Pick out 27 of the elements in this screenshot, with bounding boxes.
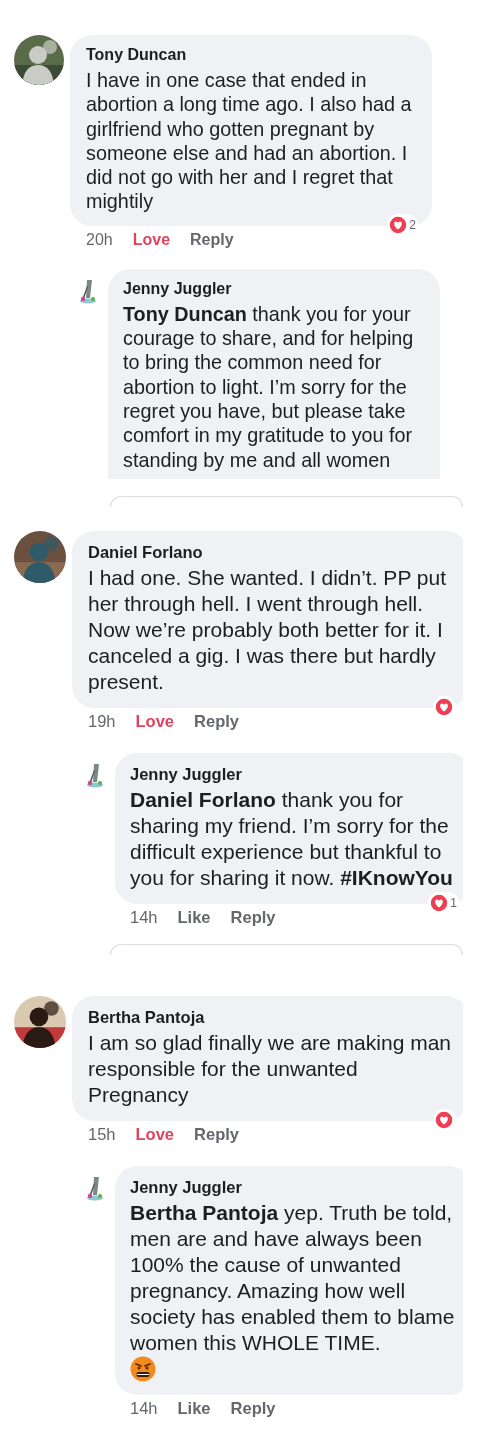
comment-text: I have in one case that ended in abortion a long time ago. I also had a girlfriend who gotten pregnant by someone else and had an abortion. I did not go with her and I regret that mightily <box>86 68 413 214</box>
reply-link[interactable]: Reply <box>194 1125 239 1145</box>
author-name[interactable]: Tony Duncan <box>86 45 416 65</box>
like-link[interactable]: Like <box>177 1399 211 1419</box>
timestamp: 14h <box>130 908 158 928</box>
comment-text: Tony Duncan thank you for your courage to share, and for helping to bring the common need for abortion to light. I’m sorry for the regret you have, but please take comfort in my gratitude to you for standing by me and all women <box>123 301 415 472</box>
reply-link[interactable]: Reply <box>194 712 239 732</box>
love-link[interactable]: Love <box>132 230 171 249</box>
comment-text: I am so glad finally we are making man responsible for the unwanted Pregnancy <box>88 1029 452 1108</box>
author-name[interactable]: Bertha Pantoja <box>88 1006 452 1027</box>
reply-link[interactable]: Reply <box>230 1399 276 1419</box>
comment-text: I had one. She wanted. I didn’t. PP put her through hell. I went through hell. Now we’re probably both better for it. I canceled a gig. I was there but hardly present. <box>88 564 448 695</box>
like-link[interactable]: Like <box>177 908 211 928</box>
love-link[interactable]: Love <box>135 712 175 732</box>
reply-link[interactable]: Reply <box>190 230 234 249</box>
timestamp: 14h <box>130 1399 158 1419</box>
author-name[interactable]: Daniel Forlano <box>88 541 452 562</box>
comment-text: Bertha Pantoja yep. Truth be told, men are and have always been 100% the cause of unwanted pregnancy. Amazing how well society has enabled them to blame women this WHOLE TIME. <box>130 1199 455 1356</box>
author-name[interactable]: Jenny Juggler <box>130 1176 455 1197</box>
love-link[interactable]: Love <box>135 1125 175 1145</box>
timestamp: 20h <box>86 230 113 249</box>
author-name[interactable]: Jenny Juggler <box>130 763 455 784</box>
timestamp: 15h <box>88 1125 116 1145</box>
author-name[interactable]: Jenny Juggler <box>123 278 424 299</box>
reply-link[interactable]: Reply <box>230 908 276 928</box>
comment-text: Daniel Forlano thank you for sharing my friend. I’m sorry for the difficult experience but thankful to you for sharing it now. #IKnowYou <box>130 786 454 891</box>
timestamp: 19h <box>88 712 116 732</box>
